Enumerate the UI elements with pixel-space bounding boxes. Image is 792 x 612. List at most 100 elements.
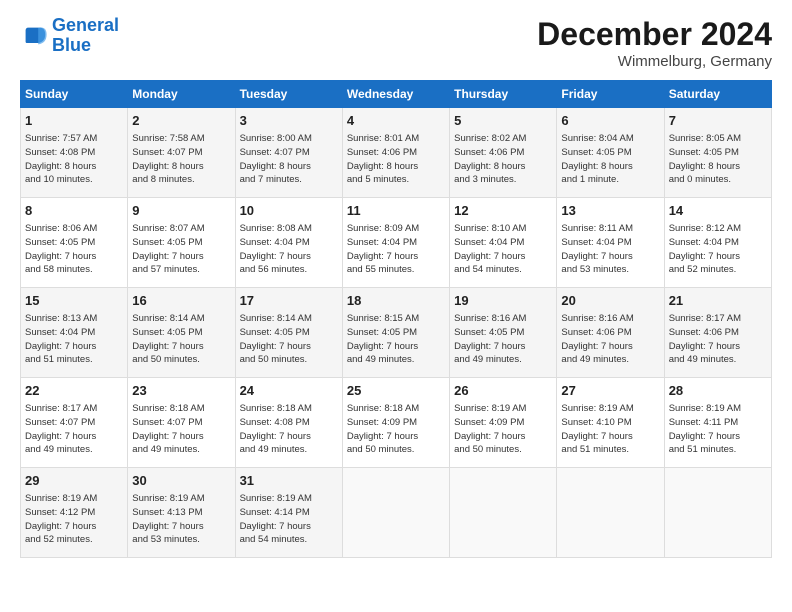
cell-info: Sunrise: 7:58 AMSunset: 4:07 PMDaylight:… [132,132,230,187]
cell-info: Sunrise: 8:19 AMSunset: 4:09 PMDaylight:… [454,402,552,457]
calendar-cell: 11 Sunrise: 8:09 AMSunset: 4:04 PMDayligh… [342,198,449,288]
calendar-cell [664,468,771,558]
day-number: 9 [132,202,230,220]
col-header-sunday: Sunday [21,81,128,108]
logo: General Blue [20,16,119,56]
day-number: 24 [240,382,338,400]
calendar-cell: 8 Sunrise: 8:06 AMSunset: 4:05 PMDaylight… [21,198,128,288]
calendar-cell: 1Sunrise: 7:57 AMSunset: 4:08 PMDaylight… [21,108,128,198]
cell-info: Sunrise: 8:09 AMSunset: 4:04 PMDaylight:… [347,222,445,277]
calendar-cell: 3 Sunrise: 8:00 AMSunset: 4:07 PMDaylight… [235,108,342,198]
day-number: 16 [132,292,230,310]
calendar-cell: 29 Sunrise: 8:19 AMSunset: 4:12 PMDayligh… [21,468,128,558]
day-number: 31 [240,472,338,490]
cell-info: Sunrise: 8:02 AMSunset: 4:06 PMDaylight:… [454,132,552,187]
cell-info: Sunrise: 8:05 AMSunset: 4:05 PMDaylight:… [669,132,767,187]
week-row-1: 1Sunrise: 7:57 AMSunset: 4:08 PMDaylight… [21,108,772,198]
cell-info: Sunrise: 8:19 AMSunset: 4:10 PMDaylight:… [561,402,659,457]
calendar-cell: 31 Sunrise: 8:19 AMSunset: 4:14 PMDayligh… [235,468,342,558]
day-number: 13 [561,202,659,220]
cell-info: Sunrise: 8:18 AMSunset: 4:09 PMDaylight:… [347,402,445,457]
calendar-cell [557,468,664,558]
location: Wimmelburg, Germany [537,53,772,70]
cell-info: Sunrise: 8:16 AMSunset: 4:05 PMDaylight:… [454,312,552,367]
day-number: 12 [454,202,552,220]
cell-info: Sunrise: 8:12 AMSunset: 4:04 PMDaylight:… [669,222,767,277]
calendar-cell: 28Sunrise: 8:19 AMSunset: 4:11 PMDayligh… [664,378,771,468]
calendar-cell: 2 Sunrise: 7:58 AMSunset: 4:07 PMDaylight… [128,108,235,198]
calendar-table: SundayMondayTuesdayWednesdayThursdayFrid… [20,80,772,558]
day-number: 21 [669,292,767,310]
title-block: December 2024 Wimmelburg, Germany [537,16,772,70]
cell-info: Sunrise: 8:19 AMSunset: 4:13 PMDaylight:… [132,492,230,547]
calendar-cell: 24 Sunrise: 8:18 AMSunset: 4:08 PMDayligh… [235,378,342,468]
calendar-cell: 26Sunrise: 8:19 AMSunset: 4:09 PMDayligh… [450,378,557,468]
day-number: 27 [561,382,659,400]
day-number: 8 [25,202,123,220]
calendar-cell: 17Sunrise: 8:14 AMSunset: 4:05 PMDayligh… [235,288,342,378]
logo-blue: Blue [52,35,91,55]
day-number: 30 [132,472,230,490]
calendar-cell: 10Sunrise: 8:08 AMSunset: 4:04 PMDayligh… [235,198,342,288]
day-number: 2 [132,112,230,130]
day-number: 20 [561,292,659,310]
cell-info: Sunrise: 8:18 AMSunset: 4:08 PMDaylight:… [240,402,338,457]
calendar-cell: 23Sunrise: 8:18 AMSunset: 4:07 PMDayligh… [128,378,235,468]
calendar-cell: 16 Sunrise: 8:14 AMSunset: 4:05 PMDayligh… [128,288,235,378]
logo-general: General [52,15,119,35]
calendar-cell: 5 Sunrise: 8:02 AMSunset: 4:06 PMDaylight… [450,108,557,198]
calendar-cell: 9 Sunrise: 8:07 AMSunset: 4:05 PMDaylight… [128,198,235,288]
day-number: 11 [347,202,445,220]
day-number: 29 [25,472,123,490]
cell-info: Sunrise: 8:19 AMSunset: 4:11 PMDaylight:… [669,402,767,457]
col-header-friday: Friday [557,81,664,108]
cell-info: Sunrise: 8:07 AMSunset: 4:05 PMDaylight:… [132,222,230,277]
calendar-cell: 15 Sunrise: 8:13 AMSunset: 4:04 PMDayligh… [21,288,128,378]
day-number: 6 [561,112,659,130]
calendar-cell: 14Sunrise: 8:12 AMSunset: 4:04 PMDayligh… [664,198,771,288]
week-row-3: 15 Sunrise: 8:13 AMSunset: 4:04 PMDayligh… [21,288,772,378]
day-number: 3 [240,112,338,130]
logo-icon [20,22,48,50]
day-number: 18 [347,292,445,310]
col-header-saturday: Saturday [664,81,771,108]
month-title: December 2024 [537,16,772,53]
cell-info: Sunrise: 8:11 AMSunset: 4:04 PMDaylight:… [561,222,659,277]
cell-info: Sunrise: 8:01 AMSunset: 4:06 PMDaylight:… [347,132,445,187]
calendar-cell [450,468,557,558]
calendar-cell: 20 Sunrise: 8:16 AMSunset: 4:06 PMDayligh… [557,288,664,378]
calendar-cell: 25 Sunrise: 8:18 AMSunset: 4:09 PMDayligh… [342,378,449,468]
day-number: 19 [454,292,552,310]
header-row: SundayMondayTuesdayWednesdayThursdayFrid… [21,81,772,108]
page-header: General Blue December 2024 Wimmelburg, G… [20,16,772,70]
calendar-cell: 22 Sunrise: 8:17 AMSunset: 4:07 PMDayligh… [21,378,128,468]
calendar-cell [342,468,449,558]
day-number: 22 [25,382,123,400]
cell-info: Sunrise: 8:14 AMSunset: 4:05 PMDaylight:… [240,312,338,367]
cell-info: Sunrise: 8:17 AMSunset: 4:06 PMDaylight:… [669,312,767,367]
col-header-tuesday: Tuesday [235,81,342,108]
cell-info: Sunrise: 8:04 AMSunset: 4:05 PMDaylight:… [561,132,659,187]
calendar-cell: 21 Sunrise: 8:17 AMSunset: 4:06 PMDayligh… [664,288,771,378]
day-number: 1 [25,112,123,130]
cell-info: Sunrise: 8:16 AMSunset: 4:06 PMDaylight:… [561,312,659,367]
calendar-cell: 27 Sunrise: 8:19 AMSunset: 4:10 PMDayligh… [557,378,664,468]
week-row-2: 8 Sunrise: 8:06 AMSunset: 4:05 PMDaylight… [21,198,772,288]
day-number: 15 [25,292,123,310]
cell-info: Sunrise: 8:19 AMSunset: 4:14 PMDaylight:… [240,492,338,547]
week-row-5: 29 Sunrise: 8:19 AMSunset: 4:12 PMDayligh… [21,468,772,558]
cell-info: Sunrise: 8:00 AMSunset: 4:07 PMDaylight:… [240,132,338,187]
day-number: 4 [347,112,445,130]
cell-info: Sunrise: 8:15 AMSunset: 4:05 PMDaylight:… [347,312,445,367]
week-row-4: 22 Sunrise: 8:17 AMSunset: 4:07 PMDayligh… [21,378,772,468]
day-number: 25 [347,382,445,400]
calendar-cell: 13 Sunrise: 8:11 AMSunset: 4:04 PMDayligh… [557,198,664,288]
cell-info: Sunrise: 8:17 AMSunset: 4:07 PMDaylight:… [25,402,123,457]
cell-info: Sunrise: 8:10 AMSunset: 4:04 PMDaylight:… [454,222,552,277]
cell-info: Sunrise: 8:13 AMSunset: 4:04 PMDaylight:… [25,312,123,367]
cell-info: Sunrise: 8:06 AMSunset: 4:05 PMDaylight:… [25,222,123,277]
cell-info: Sunrise: 8:14 AMSunset: 4:05 PMDaylight:… [132,312,230,367]
cell-info: Sunrise: 8:19 AMSunset: 4:12 PMDaylight:… [25,492,123,547]
day-number: 5 [454,112,552,130]
calendar-cell: 30 Sunrise: 8:19 AMSunset: 4:13 PMDayligh… [128,468,235,558]
